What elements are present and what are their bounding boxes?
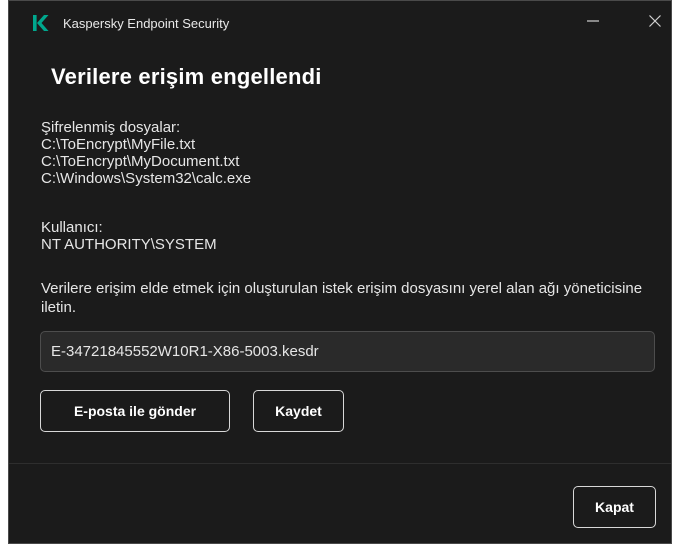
dialog-heading: Verilere erişim engellendi [51,64,322,89]
footer-divider [9,463,671,464]
minimize-icon [586,14,600,33]
instruction-text: Verilere erişim elde etmek için oluşturu… [41,280,643,316]
kaspersky-dialog-window: Kaspersky Endpoint Security Verilere eri… [8,0,672,544]
send-by-email-button[interactable]: E-posta ile gönder [40,390,230,432]
minimize-button[interactable] [577,9,609,37]
title-bar[interactable]: Kaspersky Endpoint Security [9,1,671,45]
user-label: Kullanıcı: [41,219,103,236]
encrypted-file-path: C:\ToEncrypt\MyDocument.txt [41,153,240,170]
kaspersky-logo-icon [31,13,51,33]
encrypted-file-path: C:\ToEncrypt\MyFile.txt [41,136,196,153]
user-section: Kullanıcı: NT AUTHORITY\SYSTEM [41,219,217,253]
encrypted-file-path: C:\Windows\System32\calc.exe [41,170,252,187]
user-value: NT AUTHORITY\SYSTEM [41,236,217,253]
save-button[interactable]: Kaydet [253,390,344,432]
close-window-button[interactable] [639,9,671,37]
encrypted-files-section: Şifrelenmiş dosyalar: C:\ToEncrypt\MyFil… [41,119,251,187]
encrypted-files-label: Şifrelenmiş dosyalar: [41,119,181,136]
close-button[interactable]: Kapat [573,486,656,528]
close-icon [648,14,662,33]
window-title: Kaspersky Endpoint Security [63,16,230,31]
request-file-field[interactable] [40,331,655,372]
